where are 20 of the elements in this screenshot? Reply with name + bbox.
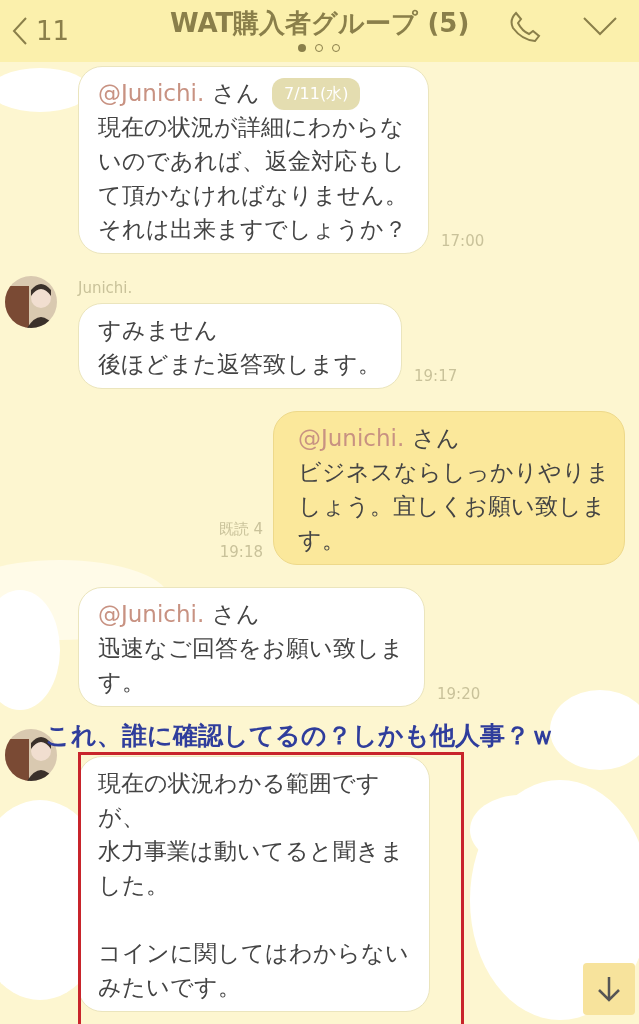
date-badge: 7/11(水) — [272, 78, 361, 110]
down-arrow-icon — [597, 975, 621, 1003]
message-text: 迅速なご回答をお願い致しま す。 — [98, 634, 404, 697]
back-button[interactable]: 11 — [12, 11, 70, 51]
phone-icon — [508, 10, 542, 44]
annotation-text: これ、誰に確認してるの？しかも他人事？ｗ — [45, 720, 555, 752]
scroll-down-button[interactable] — [583, 963, 635, 1015]
message-text: @Junichi. さん — [298, 424, 460, 453]
message-text: 現在の状況わかる範囲です が、 水力事業は動いてると聞きま した。 — [98, 769, 404, 900]
chat-title: WAT購入者グループ (5) — [170, 7, 470, 40]
message-text: コインに関してはわからない みたいです。 — [98, 939, 409, 1002]
chevron-down-icon — [582, 16, 618, 36]
message-text: すみません 後ほどまた返答致します。 — [98, 316, 381, 379]
back-chevron-icon — [12, 16, 28, 46]
message-text: ビジネスならしっかりやりま しょう。宜しくお願い致しま す。 — [298, 458, 610, 555]
dropdown-button[interactable] — [582, 16, 618, 36]
message-text: @Junichi. さん — [98, 79, 260, 108]
call-button[interactable] — [508, 10, 542, 44]
message-text: 現在の状況が詳細にわからな いのであれば、返金対応もし て頂かなければなりません。 それは出来ますでしょうか？ — [98, 113, 408, 244]
message-text: @Junichi. さん — [98, 600, 260, 629]
